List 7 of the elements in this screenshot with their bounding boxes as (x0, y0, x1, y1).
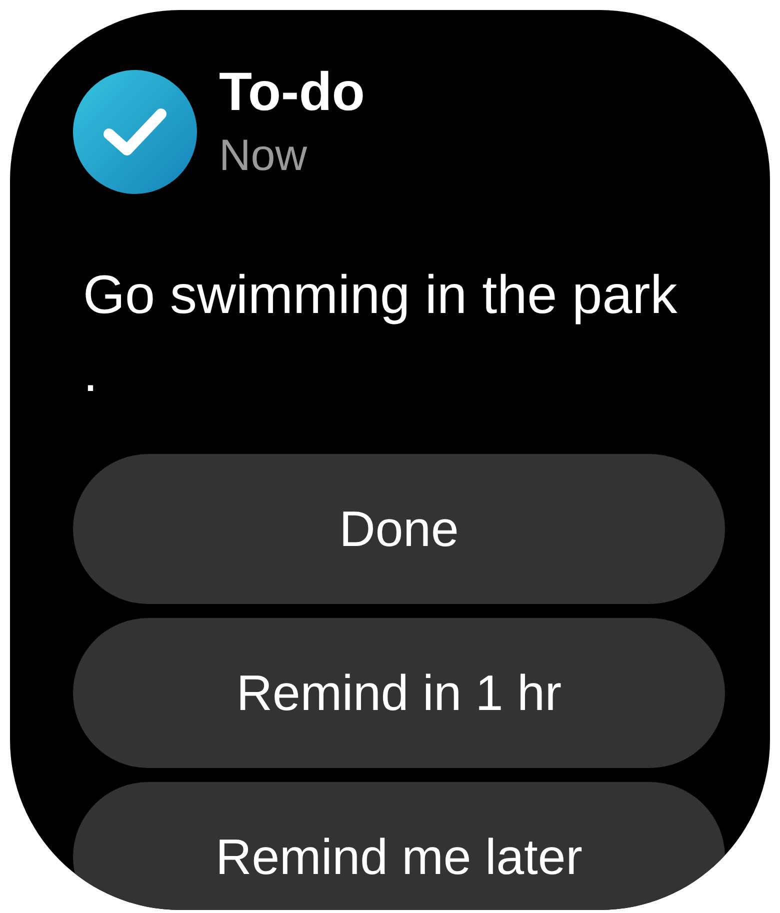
action-button[interactable]: Done (73, 454, 725, 604)
notification-time: Now (219, 130, 308, 182)
checkmark-icon (73, 70, 197, 194)
action-button[interactable]: Remind in 1 hr (73, 618, 725, 768)
notification-message: Go swimming in the park . (83, 264, 678, 405)
app-title: To-do (219, 62, 365, 122)
action-button[interactable]: Remind me later (73, 782, 725, 910)
